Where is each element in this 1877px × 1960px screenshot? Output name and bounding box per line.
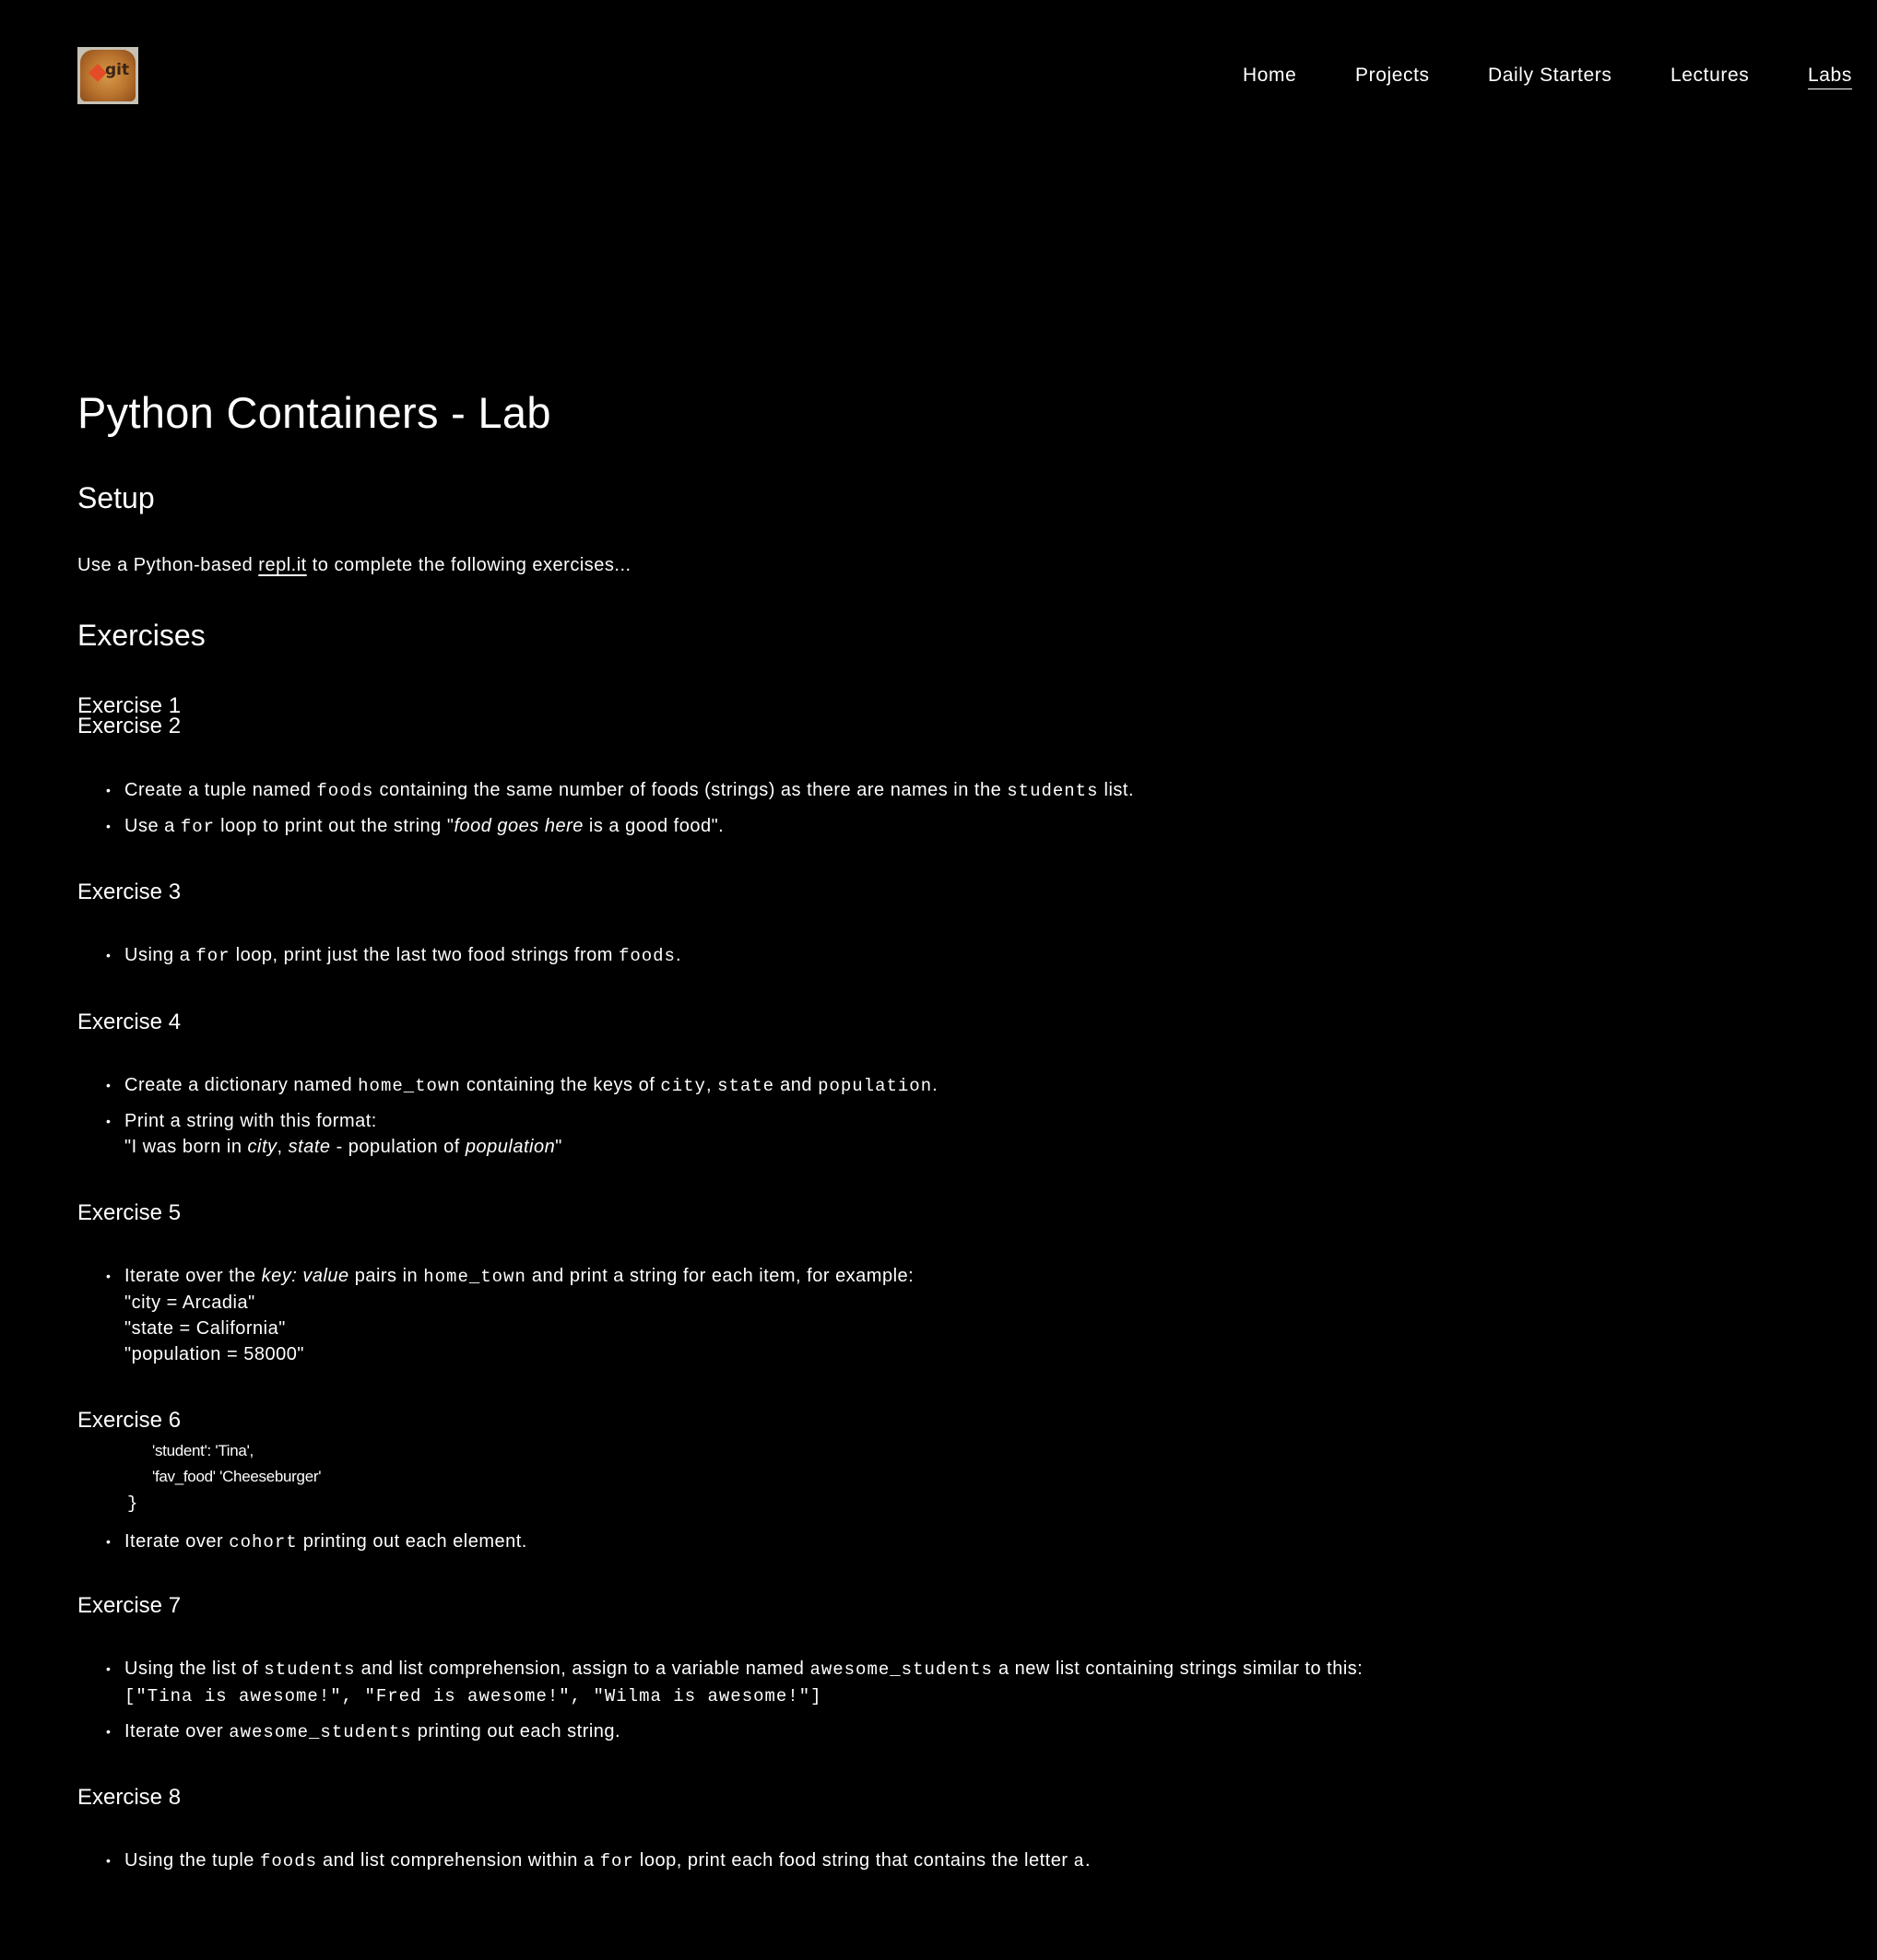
bullet-dot: • <box>106 783 111 797</box>
exercises-heading: Exercises <box>77 619 206 652</box>
exercise-3-bullet-1: Using a for loop, print just the last tw… <box>124 945 682 966</box>
exercise-4-heading: Exercise 4 <box>77 1010 182 1034</box>
exercise-5-bullet-1: Iterate over the key: value pairs in hom… <box>124 1266 915 1364</box>
bullet-dot: • <box>106 819 111 833</box>
exercise-8-bullet-1: Using the tuple foods and list comprehen… <box>124 1850 1092 1871</box>
bullet-dot: • <box>106 948 111 962</box>
exercise-7-heading: Exercise 7 <box>77 1593 182 1618</box>
exercise-7-bullet-1: Using the list of students and list comp… <box>124 1659 1363 1706</box>
bullet-dot: • <box>106 1114 111 1128</box>
nav-daily-starters[interactable]: Daily Starters <box>1488 65 1611 87</box>
exercise-2-bullet-1: Create a tuple named foods containing th… <box>124 780 1135 801</box>
exercise-6-bullet-1: Iterate over cohort printing out each el… <box>124 1531 527 1553</box>
setup-text: Use a Python-based repl.it to complete t… <box>77 555 632 575</box>
bullet-dot: • <box>106 1724 111 1739</box>
setup-heading: Setup <box>77 481 155 514</box>
bullet-dot: • <box>106 1078 111 1092</box>
replit-link[interactable]: repl.it <box>258 555 306 575</box>
exercise-2-bullet-2: Use a for loop to print out the string "… <box>124 816 725 837</box>
bullet-dot: • <box>106 1661 111 1676</box>
bullet-dot: • <box>106 1269 111 1283</box>
nav-home[interactable]: Home <box>1243 65 1296 87</box>
exercise-4-bullet-2: Print a string with this format: "I was … <box>124 1111 562 1157</box>
logo-text: git <box>105 61 130 79</box>
site-logo[interactable]: git <box>77 47 138 104</box>
code-line: 'student': 'Tina', <box>152 1442 254 1459</box>
exercise-8-heading: Exercise 8 <box>77 1785 182 1810</box>
exercise-7-bullet-2: Iterate over awesome_students printing o… <box>124 1721 621 1742</box>
code-line: } <box>127 1494 139 1514</box>
bullet-dot: • <box>106 1853 111 1868</box>
bullet-dot: • <box>106 1534 111 1549</box>
code-line: 'fav_food' 'Cheeseburger' <box>152 1468 322 1485</box>
nav-labs[interactable]: Labs <box>1808 65 1852 89</box>
nav-projects[interactable]: Projects <box>1355 65 1430 87</box>
exercise-2-heading: Exercise 2 <box>77 714 182 738</box>
exercise-5-heading: Exercise 5 <box>77 1200 182 1225</box>
page-title: Python Containers - Lab <box>77 388 551 437</box>
git-diamond-icon <box>89 64 107 82</box>
nav-lectures[interactable]: Lectures <box>1670 65 1749 87</box>
exercise-3-heading: Exercise 3 <box>77 880 182 904</box>
exercise-6-heading: Exercise 6 <box>77 1408 182 1433</box>
exercise-4-bullet-1: Create a dictionary named home_town cont… <box>124 1075 938 1096</box>
toast-icon: git <box>80 50 136 101</box>
